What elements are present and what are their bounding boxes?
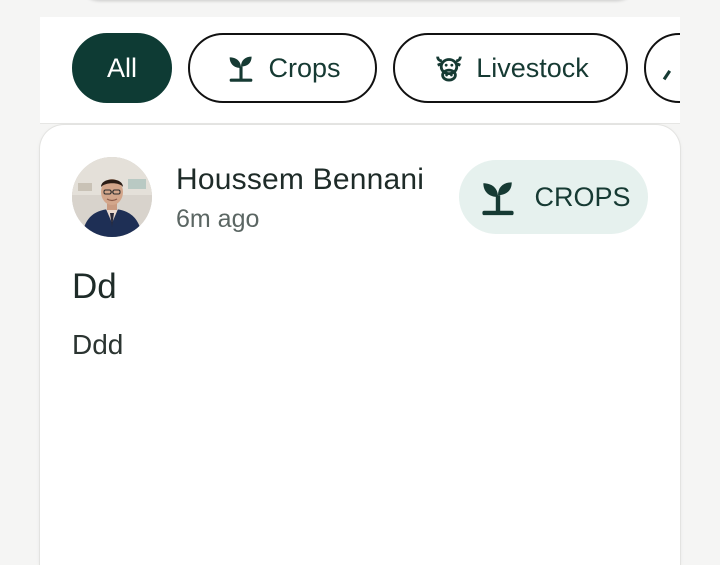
sprout-icon: [476, 175, 520, 219]
category-badge-label: CROPS: [534, 181, 631, 212]
author-name[interactable]: Houssem Bennani: [176, 163, 424, 197]
sprout-icon: [224, 51, 258, 85]
post-body: Ddd: [72, 329, 124, 360]
category-badge: CROPS: [459, 160, 648, 234]
category-icon: [657, 51, 680, 85]
filter-chip-livestock[interactable]: Livestock: [393, 33, 628, 103]
post-card[interactable]: Houssem Bennani 6m ago CROPS Dd Ddd: [40, 125, 680, 565]
filter-chip-more[interactable]: [644, 33, 680, 103]
filter-chip-label: Crops: [268, 52, 341, 83]
post-timestamp: 6m ago: [176, 205, 260, 233]
category-filter-bar: All Crops Livestock: [40, 17, 680, 124]
cow-icon: [432, 51, 466, 85]
post-title: Dd: [72, 267, 117, 306]
avatar[interactable]: [72, 157, 152, 237]
filter-chip-crops[interactable]: Crops: [188, 33, 377, 103]
filter-chip-all[interactable]: All: [72, 33, 172, 103]
filter-chip-label: All: [106, 52, 137, 83]
filter-chip-label: Livestock: [476, 52, 589, 83]
